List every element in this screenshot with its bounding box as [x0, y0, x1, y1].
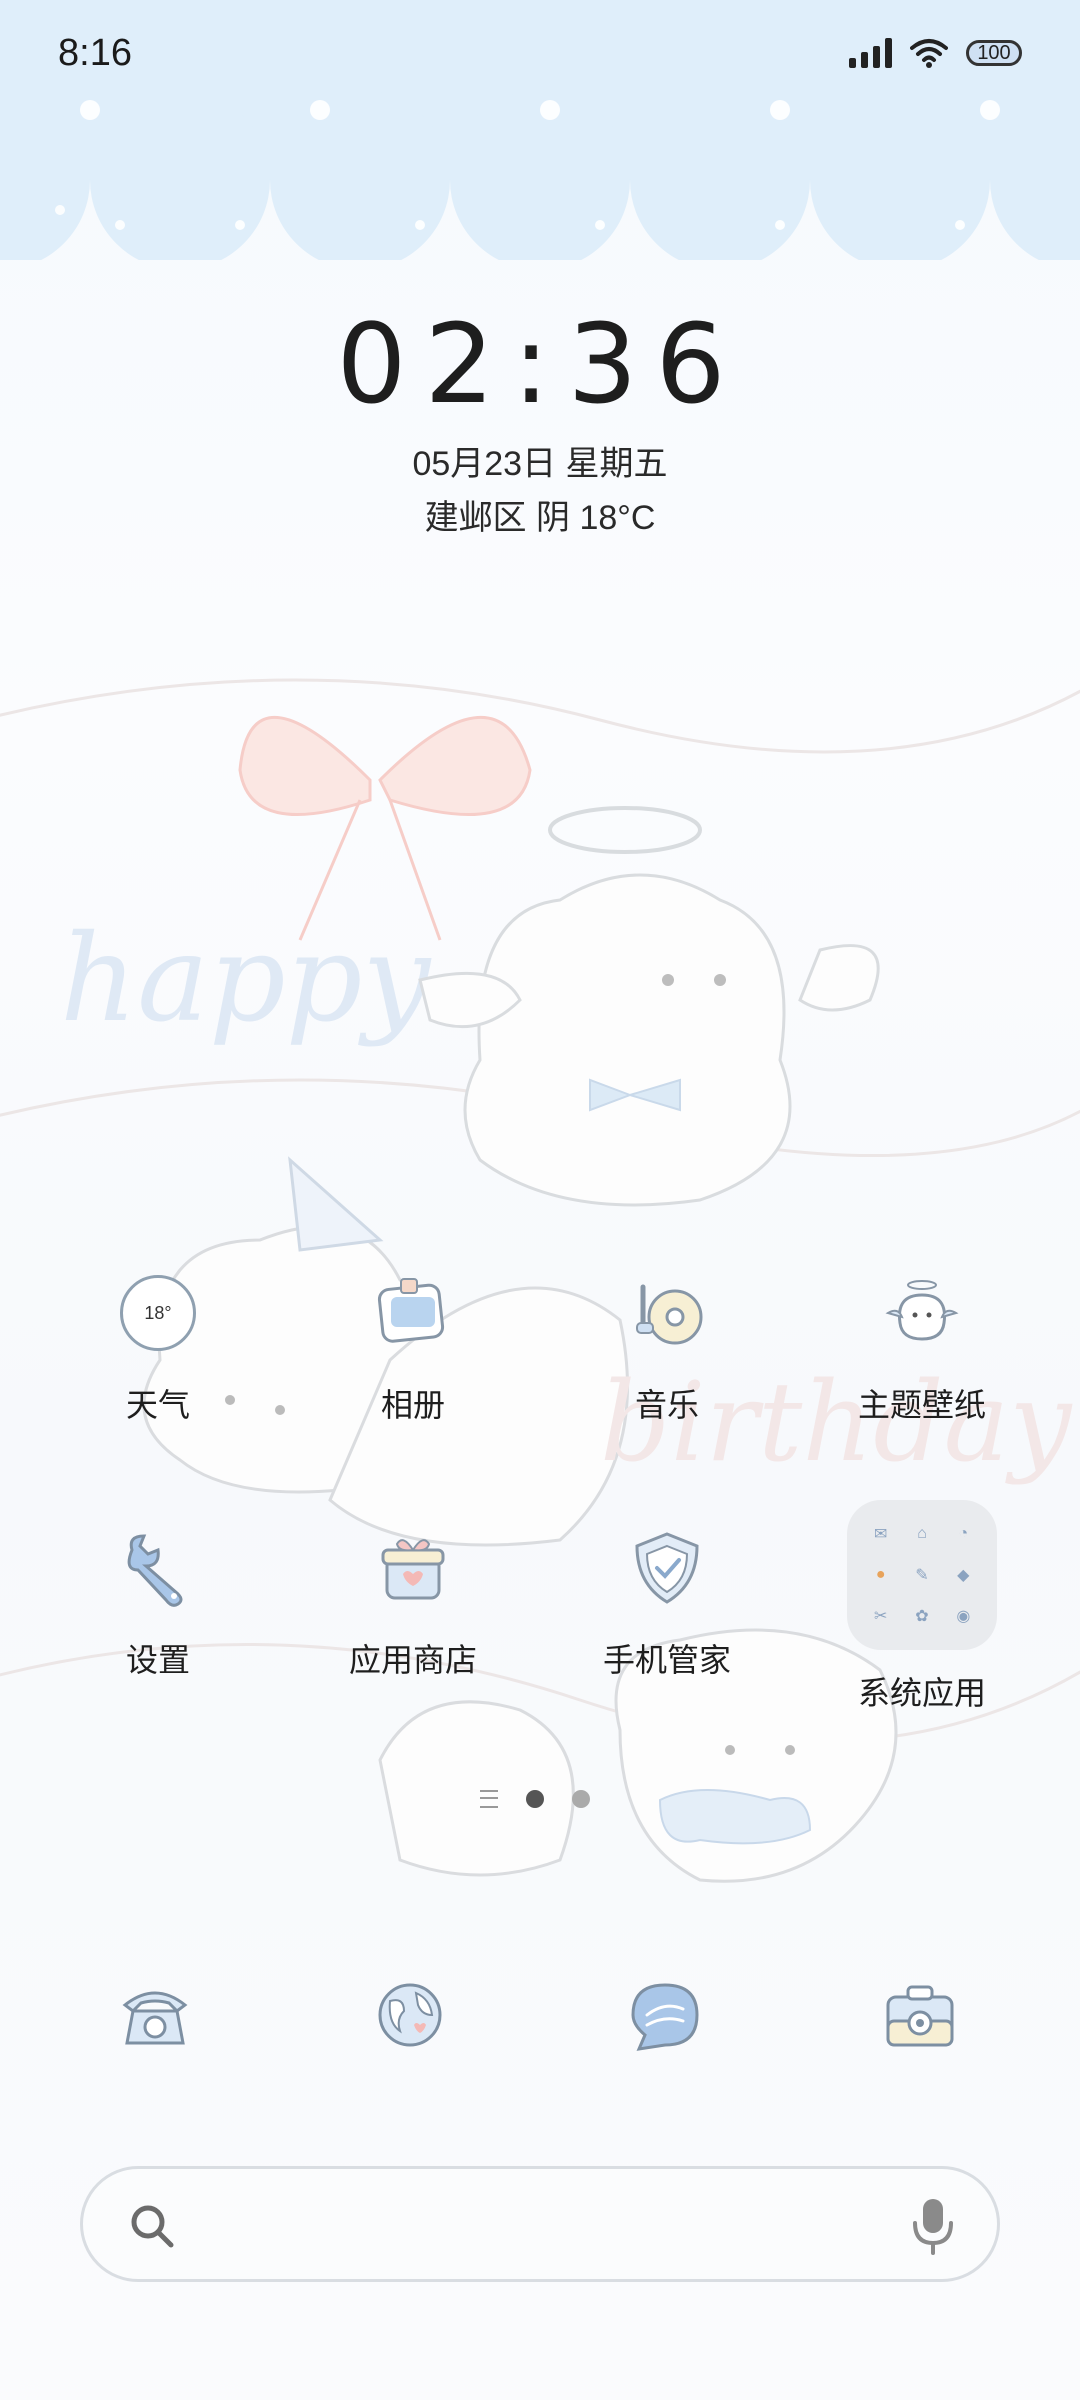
app-folder-system[interactable]: ✉ ⌂ ◔ ● ✎ ◆ ✂ ✿ ◉ 系统应用 [822, 1500, 1022, 1714]
page-dot-active [526, 1790, 544, 1808]
page-indicator[interactable] [480, 1790, 590, 1808]
signal-icon [849, 38, 892, 68]
search-icon [131, 2205, 174, 2248]
app-label: 手机管家 [602, 1642, 731, 1678]
app-phone-manager[interactable]: 手机管家 [567, 1525, 767, 1681]
wallpaper-happy-text: happy [60, 910, 432, 1049]
dock-camera[interactable] [880, 1975, 960, 2060]
microphone-icon[interactable] [909, 2197, 957, 2255]
app-label: 应用商店 [348, 1642, 477, 1678]
app-label: 相册 [380, 1387, 445, 1423]
weather-summary[interactable]: 建邺区 阴 18°C [0, 490, 1080, 539]
dock-phone[interactable] [115, 1975, 195, 2060]
gallery-icon [370, 1270, 456, 1356]
messages-icon [631, 1983, 699, 2051]
app-label: 设置 [125, 1642, 190, 1678]
status-time: 8:16 [58, 32, 132, 74]
themes-icon [879, 1270, 965, 1356]
app-themes[interactable]: 主题壁纸 [822, 1270, 1022, 1426]
app-music[interactable]: 音乐 [567, 1270, 767, 1426]
music-icon [624, 1270, 710, 1356]
app-gallery[interactable]: 相册 [313, 1270, 513, 1426]
menu-lines-icon [480, 1790, 498, 1808]
settings-icon [115, 1525, 201, 1611]
dock-browser[interactable] [370, 1975, 450, 2060]
browser-icon [378, 1983, 442, 2047]
status-icons: 100 [849, 38, 1022, 68]
search-bar[interactable] [80, 2166, 1000, 2282]
app-label: 天气 [125, 1387, 190, 1423]
folder-icon: ✉ ⌂ ◔ ● ✎ ◆ ✂ ✿ ◉ [847, 1500, 997, 1650]
app-weather[interactable]: 18° 天气 [58, 1270, 258, 1426]
app-store[interactable]: 应用商店 [313, 1525, 513, 1681]
battery-icon: 100 [966, 40, 1022, 66]
app-label: 音乐 [634, 1387, 699, 1423]
security-icon [624, 1525, 710, 1611]
page-dot [572, 1790, 590, 1808]
clock-date[interactable]: 05月23日 星期五 [0, 436, 1080, 485]
camera-icon [886, 1985, 954, 2047]
clock-time[interactable]: 02:36 [0, 300, 1080, 428]
app-label: 系统应用 [857, 1675, 986, 1711]
app-settings[interactable]: 设置 [58, 1525, 258, 1681]
app-store-icon [370, 1525, 456, 1611]
app-label: 主题壁纸 [857, 1387, 986, 1423]
phone-icon [122, 1991, 188, 2045]
weather-icon: 18° [115, 1270, 201, 1356]
dock-messages[interactable] [625, 1975, 705, 2060]
wifi-icon [910, 39, 948, 68]
